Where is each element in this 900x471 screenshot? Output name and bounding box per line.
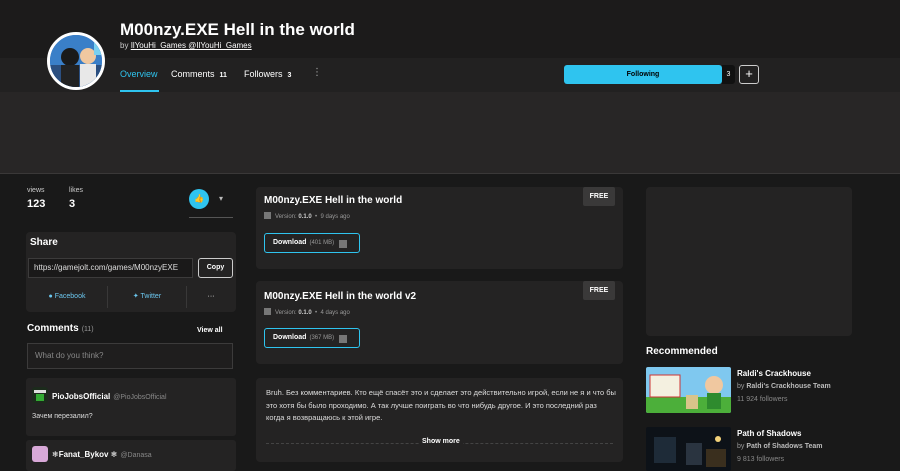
recommended-heading: Recommended bbox=[646, 346, 718, 357]
recommended-game-author: by Raldi's Crackhouse Team bbox=[737, 383, 831, 390]
version-label: Version: bbox=[275, 310, 297, 316]
likes-value: 3 bbox=[69, 198, 76, 210]
thumbs-up-icon: 👍 bbox=[194, 194, 204, 203]
following-button[interactable]: Following bbox=[564, 65, 722, 84]
commenter-avatar[interactable] bbox=[32, 446, 48, 462]
recommended-thumbnail[interactable] bbox=[646, 367, 731, 413]
facebook-label: Facebook bbox=[54, 293, 86, 300]
tab-followers-label[interactable]: Followers bbox=[244, 69, 283, 79]
twitter-icon: ✦ bbox=[132, 293, 141, 300]
commenter-name[interactable]: PioJobsOfficial @PioJobsOfficial bbox=[52, 392, 167, 401]
add-to-playlist-button[interactable]: + bbox=[739, 65, 759, 84]
commenter-avatar[interactable] bbox=[32, 387, 48, 403]
views-value: 123 bbox=[27, 198, 46, 210]
commenter-display-name[interactable]: PioJobsOfficial bbox=[52, 392, 110, 401]
rec-by-prefix: by bbox=[737, 383, 745, 390]
twitter-label: Twitter bbox=[140, 293, 162, 300]
recommended-game-title[interactable]: Path of Shadows bbox=[737, 429, 801, 438]
download-label[interactable]: Download bbox=[273, 239, 306, 246]
tab-overview[interactable]: Overview bbox=[120, 69, 158, 79]
author-name[interactable]: IlYouHi_Games bbox=[131, 41, 186, 50]
more-options-icon[interactable]: ⋮ bbox=[312, 67, 322, 78]
tab-followers[interactable]: Followers 3 bbox=[244, 69, 291, 79]
download-label[interactable]: Download bbox=[273, 334, 306, 341]
download-button[interactable]: Download (401 MB) bbox=[264, 233, 360, 253]
package-title: M00nzy.EXE Hell in the world bbox=[264, 195, 403, 206]
game-avatar[interactable] bbox=[47, 32, 105, 90]
game-title: M00nzy.EXE Hell in the world bbox=[120, 20, 355, 39]
version-value: 0.1.0 bbox=[298, 310, 312, 316]
download-size: (401 MB) bbox=[309, 240, 335, 246]
rec-by-name[interactable]: Raldi's Crackhouse Team bbox=[746, 383, 830, 390]
description-text: Bruh. Без комментариев. Кто ещё спасёт э… bbox=[266, 388, 616, 422]
comment-item bbox=[26, 378, 236, 436]
version-value: 0.1.0 bbox=[298, 214, 312, 220]
recommended-game-author: by Path of Shadows Team bbox=[737, 443, 822, 450]
facebook-share-button[interactable]: ● Facebook bbox=[27, 286, 107, 308]
commenter-name[interactable]: ❄Fanat_Bykov ❄ @Danasa bbox=[52, 450, 152, 459]
ad-placeholder bbox=[646, 187, 852, 336]
active-tab-indicator bbox=[120, 90, 159, 92]
recommended-followers: 9 813 followers bbox=[737, 456, 785, 463]
package-meta: Version: 0.1.0 • 4 days ago bbox=[264, 308, 350, 316]
download-button[interactable]: Download (367 MB) bbox=[264, 328, 360, 348]
tab-comments-count: 11 bbox=[219, 72, 227, 79]
free-badge: FREE bbox=[583, 281, 615, 300]
package-age: 9 days ago bbox=[320, 214, 350, 220]
windows-icon bbox=[339, 335, 347, 343]
comments-count: (11) bbox=[81, 326, 94, 333]
copy-button[interactable]: Copy bbox=[198, 258, 233, 278]
tab-followers-count: 3 bbox=[287, 72, 292, 79]
free-badge: FREE bbox=[583, 187, 615, 206]
windows-icon bbox=[339, 240, 347, 248]
likes-label: likes bbox=[69, 187, 84, 194]
tab-overview-label[interactable]: Overview bbox=[120, 69, 158, 79]
twitter-share-button[interactable]: ✦ Twitter bbox=[108, 286, 186, 308]
commenter-handle[interactable]: @PioJobsOfficial bbox=[113, 394, 166, 401]
show-more-button[interactable]: Show more bbox=[419, 438, 463, 445]
author-handle[interactable]: @IlYouHi_Games bbox=[188, 41, 251, 50]
like-divider bbox=[189, 217, 233, 218]
commenter-display-name[interactable]: ❄Fanat_Bykov ❄ bbox=[52, 450, 117, 459]
comments-heading: Comments (11) bbox=[27, 323, 94, 334]
like-button[interactable]: 👍 bbox=[189, 189, 209, 209]
version-label: Version: bbox=[275, 214, 297, 220]
follower-count-badge: 3 bbox=[722, 65, 735, 84]
thumbs-down-icon[interactable]: ▾ bbox=[219, 194, 223, 203]
download-size: (367 MB) bbox=[309, 335, 335, 341]
comment-text: Зачем перезалил? bbox=[32, 413, 93, 420]
commenter-handle[interactable]: @Danasa bbox=[120, 452, 151, 459]
recommended-followers: 11 924 followers bbox=[737, 396, 788, 403]
recommended-game-title[interactable]: Raldi's Crackhouse bbox=[737, 369, 811, 378]
game-byline: by IlYouHi_Games @IlYouHi_Games bbox=[120, 41, 252, 50]
byline-prefix: by bbox=[120, 41, 129, 50]
windows-icon bbox=[264, 212, 271, 219]
comments-title: Comments bbox=[27, 323, 79, 334]
tab-comments-label[interactable]: Comments bbox=[171, 69, 215, 79]
package-meta: Version: 0.1.0 • 9 days ago bbox=[264, 212, 350, 220]
rec-by-prefix: by bbox=[737, 443, 745, 450]
rec-by-name[interactable]: Path of Shadows Team bbox=[746, 443, 822, 450]
view-all-comments-link[interactable]: View all bbox=[197, 327, 223, 334]
windows-icon bbox=[264, 308, 271, 315]
share-url-field[interactable]: https://gamejolt.com/games/M00nzyEXE bbox=[28, 258, 193, 278]
share-title: Share bbox=[30, 237, 58, 248]
more-share-button[interactable]: ··· bbox=[187, 286, 235, 308]
package-age: 4 days ago bbox=[320, 310, 350, 316]
views-label: views bbox=[27, 187, 45, 194]
author-link[interactable]: IlYouHi_Games @IlYouHi_Games bbox=[131, 41, 252, 50]
tab-comments[interactable]: Comments 11 bbox=[171, 69, 227, 79]
comment-input[interactable]: What do you think? bbox=[27, 343, 233, 369]
recommended-thumbnail[interactable] bbox=[646, 427, 731, 471]
package-title: M00nzy.EXE Hell in the world v2 bbox=[264, 291, 417, 302]
